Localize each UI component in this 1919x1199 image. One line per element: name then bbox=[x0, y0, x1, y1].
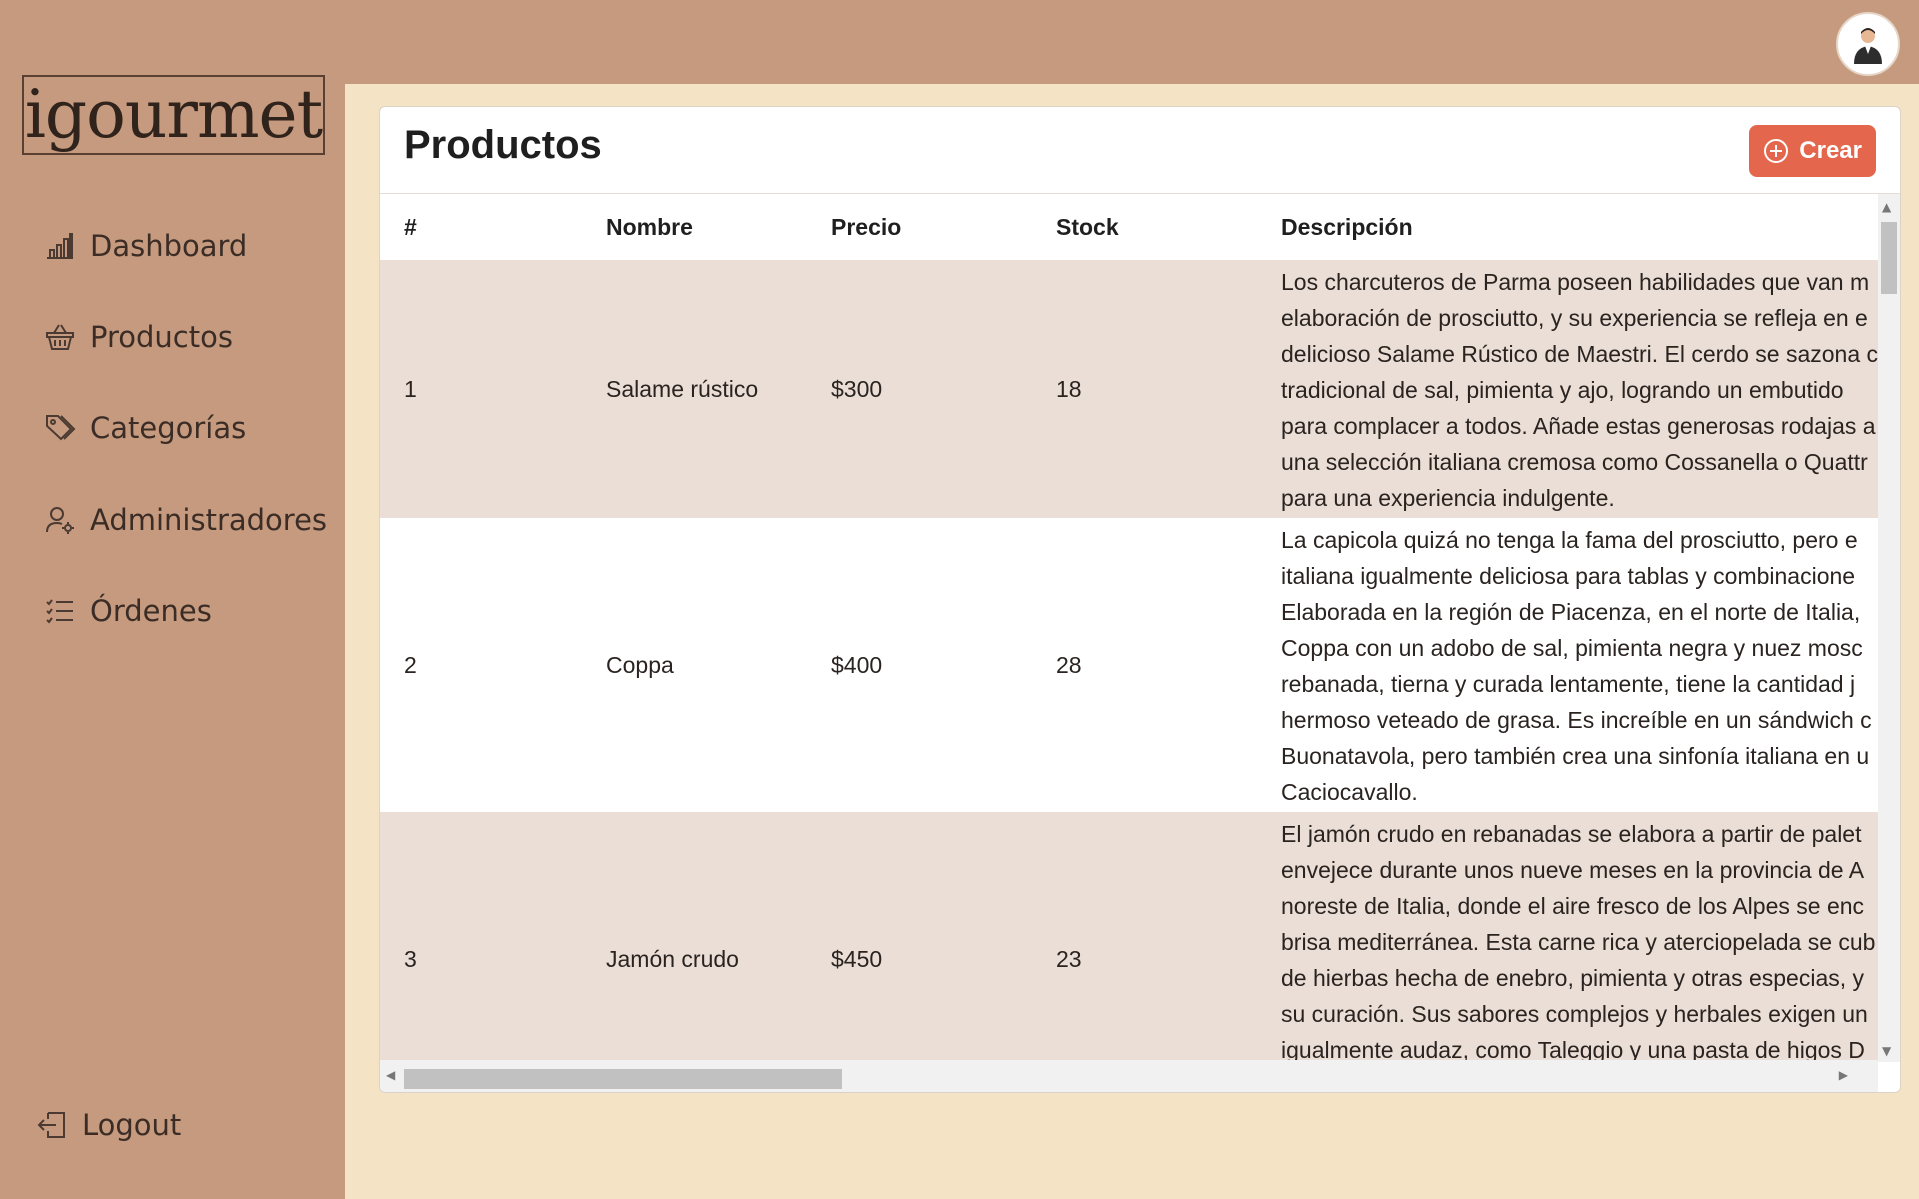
cell-precio: $400 bbox=[831, 651, 883, 678]
create-button-label: Crear bbox=[1799, 137, 1862, 164]
user-gear-icon bbox=[46, 507, 74, 534]
cell-id: 1 bbox=[380, 260, 582, 518]
column-header-stock: Stock bbox=[1056, 213, 1119, 240]
horizontal-scroll-thumb[interactable] bbox=[404, 1069, 842, 1089]
table-row[interactable]: 1 Salame rústico $300 18 Los charcuteros… bbox=[380, 260, 1878, 518]
vertical-scrollbar[interactable]: ▲ ▼ bbox=[1878, 194, 1900, 1062]
cell-descripcion: El jamón crudo en rebanadas se elabora a… bbox=[1257, 812, 1878, 1062]
logout-button[interactable]: Logout bbox=[36, 1100, 181, 1150]
table-header-row: # Nombre Precio Stock Descripción bbox=[380, 194, 1878, 260]
cell-nombre: Salame rústico bbox=[582, 260, 807, 518]
products-table: # Nombre Precio Stock Descripción 1 Sala… bbox=[380, 194, 1878, 1062]
brand-logo[interactable]: igourmet bbox=[22, 75, 325, 155]
bar-chart-icon bbox=[47, 233, 73, 259]
card-header: Productos Crear bbox=[380, 107, 1900, 194]
sidebar-item-dashboard[interactable]: Dashboard bbox=[44, 221, 247, 271]
cell-precio: $450 bbox=[807, 812, 1032, 1062]
tags-icon bbox=[46, 415, 76, 441]
vertical-scroll-thumb[interactable] bbox=[1881, 222, 1897, 294]
scroll-down-arrow-icon[interactable]: ▼ bbox=[1882, 1044, 1891, 1058]
sidebar-item-categorias[interactable]: Categorías bbox=[44, 403, 246, 453]
user-icon bbox=[1854, 28, 1882, 64]
sidebar-item-label: Dashboard bbox=[90, 229, 248, 263]
cell-stock: 18 bbox=[1032, 260, 1257, 518]
cell-descripcion: La capicola quizá no tenga la fama del p… bbox=[1281, 527, 1872, 805]
sidebar-item-label: Administradores bbox=[90, 503, 328, 537]
cell-precio: $300 bbox=[807, 260, 1032, 518]
logout-label: Logout bbox=[82, 1108, 182, 1142]
plus-circle-icon bbox=[1764, 139, 1789, 163]
list-check-icon bbox=[46, 599, 73, 624]
cell-nombre: Jamón crudo bbox=[582, 812, 807, 1062]
page-title: Productos bbox=[404, 123, 602, 167]
column-header-descripcion: Descripción bbox=[1281, 213, 1413, 240]
sidebar-item-label: Categorías bbox=[90, 411, 247, 445]
create-button[interactable]: Crear bbox=[1749, 125, 1876, 177]
sidebar-item-administradores[interactable]: Administradores bbox=[44, 495, 327, 545]
column-header-nombre: Nombre bbox=[606, 213, 693, 240]
cell-descripcion: Los charcuteros de Parma poseen habilida… bbox=[1257, 260, 1878, 518]
sidebar-item-ordenes[interactable]: Órdenes bbox=[44, 586, 212, 636]
horizontal-scrollbar[interactable]: ◀ ▶ bbox=[380, 1060, 1878, 1092]
column-header-id: # bbox=[404, 213, 417, 240]
table-row[interactable]: 2 Coppa $400 28 La capicola quizá no ten… bbox=[380, 518, 1878, 812]
products-table-container[interactable]: # Nombre Precio Stock Descripción 1 Sala… bbox=[380, 194, 1878, 1062]
scroll-up-arrow-icon[interactable]: ▲ bbox=[1882, 200, 1891, 214]
sidebar-item-label: Órdenes bbox=[90, 594, 212, 628]
sidebar: igourmet Dashboard Productos Categorías … bbox=[0, 0, 345, 1199]
scroll-left-arrow-icon[interactable]: ◀ bbox=[386, 1068, 395, 1082]
table-row[interactable]: 3 Jamón crudo $450 23 El jamón crudo en … bbox=[380, 812, 1878, 1062]
scroll-right-arrow-icon[interactable]: ▶ bbox=[1839, 1068, 1848, 1082]
cell-id: 3 bbox=[380, 812, 582, 1062]
column-header-precio: Precio bbox=[831, 213, 902, 240]
cell-stock: 23 bbox=[1032, 812, 1257, 1062]
sidebar-item-label: Productos bbox=[90, 320, 233, 354]
user-avatar[interactable] bbox=[1836, 12, 1900, 76]
basket-icon bbox=[46, 324, 74, 350]
cell-stock: 28 bbox=[1056, 651, 1082, 678]
products-card: Productos Crear # Nombre Precio Stock De… bbox=[379, 106, 1901, 1093]
cell-id: 2 bbox=[404, 651, 417, 678]
logout-icon bbox=[37, 1112, 65, 1138]
cell-nombre: Coppa bbox=[606, 651, 674, 678]
sidebar-item-productos[interactable]: Productos bbox=[44, 312, 233, 362]
